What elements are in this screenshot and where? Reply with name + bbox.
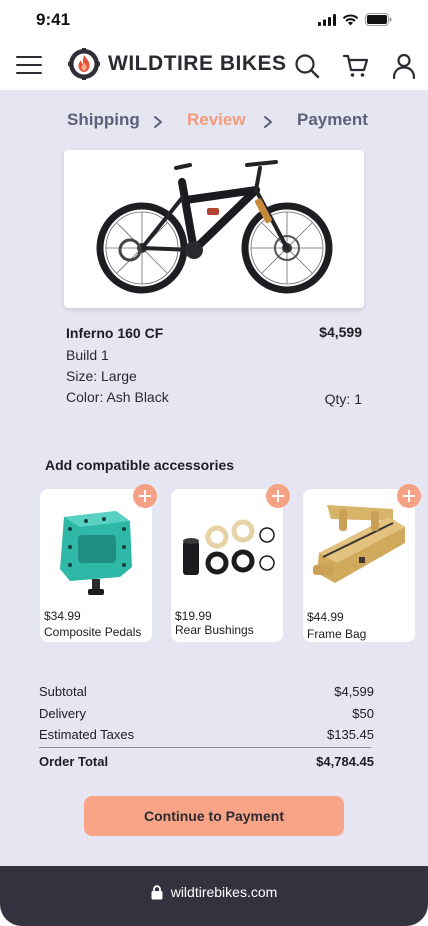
battery-icon	[365, 13, 392, 26]
delivery-value: $50	[352, 706, 374, 721]
chevron-right-icon	[154, 116, 162, 128]
add-bushings-button[interactable]	[266, 484, 290, 508]
accessory-card-bushings[interactable]: $19.99 Rear Bushings	[171, 489, 283, 642]
accessory-price: $44.99	[307, 610, 344, 624]
site-header: WILDTIRE BIKES	[0, 42, 428, 90]
frame-bag-image	[313, 505, 405, 583]
product-build: Build 1	[66, 347, 109, 363]
taxes-label: Estimated Taxes	[39, 727, 135, 742]
status-time: 9:41	[36, 10, 71, 29]
checkout-steps: Shipping Review Payment	[0, 106, 428, 136]
user-icon[interactable]	[390, 52, 418, 80]
total-value: $4,784.45	[316, 754, 374, 769]
subtotal-value: $4,599	[334, 684, 374, 699]
accessory-card-pedals[interactable]: $34.99 Composite Pedals	[40, 489, 152, 642]
bike-image	[96, 160, 333, 294]
menu-icon-bar	[16, 72, 42, 74]
step-shipping[interactable]: Shipping	[67, 110, 140, 130]
brand[interactable]: WILDTIRE BIKES	[68, 48, 287, 80]
chevron-right-icon	[264, 116, 272, 128]
accessory-price: $34.99	[44, 609, 81, 623]
accessory-name: Composite Pedals	[44, 625, 142, 639]
product-image-card	[64, 150, 364, 308]
taxes-value: $135.45	[327, 727, 374, 742]
add-pedals-button[interactable]	[133, 484, 157, 508]
summary-taxes: Estimated Taxes $135.45	[39, 727, 374, 742]
total-label: Order Total	[39, 754, 109, 769]
accessory-name: Frame Bag	[307, 627, 367, 641]
url-text: wildtirebikes.com	[170, 884, 278, 900]
brand-logo-icon	[68, 48, 100, 80]
product-quantity: Qty: 1	[324, 391, 362, 407]
step-payment[interactable]: Payment	[297, 110, 368, 130]
step-review[interactable]: Review	[187, 110, 246, 130]
bushings-image	[183, 519, 275, 575]
accessories-title: Add compatible accessories	[45, 457, 235, 473]
summary-subtotal: Subtotal $4,599	[39, 684, 374, 699]
cart-icon[interactable]	[342, 52, 370, 80]
subtotal-label: Subtotal	[39, 684, 87, 699]
summary-divider	[39, 747, 371, 748]
wifi-icon	[342, 13, 359, 25]
search-icon[interactable]	[293, 52, 321, 80]
menu-icon-bar	[16, 64, 42, 66]
continue-to-payment-button[interactable]: Continue to Payment	[84, 796, 344, 836]
summary-delivery: Delivery $50	[39, 706, 374, 721]
product-price: $4,599	[319, 324, 362, 340]
menu-icon-bar	[16, 56, 42, 58]
phone-screen: 9:41 WILDTIRE BIKES Shipping Review Paym…	[0, 0, 428, 926]
accessory-name: Rear Bushings	[175, 623, 254, 637]
status-icons	[318, 13, 392, 26]
status-bar: 9:41	[0, 0, 428, 42]
product-name: Inferno 160 CF	[66, 325, 164, 341]
pedals-image	[60, 511, 132, 595]
accessory-card-frame-bag[interactable]: $44.99 Frame Bag	[303, 489, 415, 642]
summary-total: Order Total $4,784.45	[39, 754, 374, 769]
menu-button[interactable]	[16, 54, 42, 76]
product-size: Size: Large	[66, 368, 137, 384]
browser-url-bar[interactable]: wildtirebikes.com	[0, 866, 428, 926]
accessory-price: $19.99	[175, 609, 212, 623]
lock-icon	[151, 884, 163, 899]
url-display: wildtirebikes.com	[0, 884, 428, 900]
add-frame-bag-button[interactable]	[397, 484, 421, 508]
brand-name: WILDTIRE BIKES	[108, 52, 287, 75]
signal-icon	[318, 13, 336, 26]
product-color: Color: Ash Black	[66, 389, 169, 405]
delivery-label: Delivery	[39, 706, 86, 721]
